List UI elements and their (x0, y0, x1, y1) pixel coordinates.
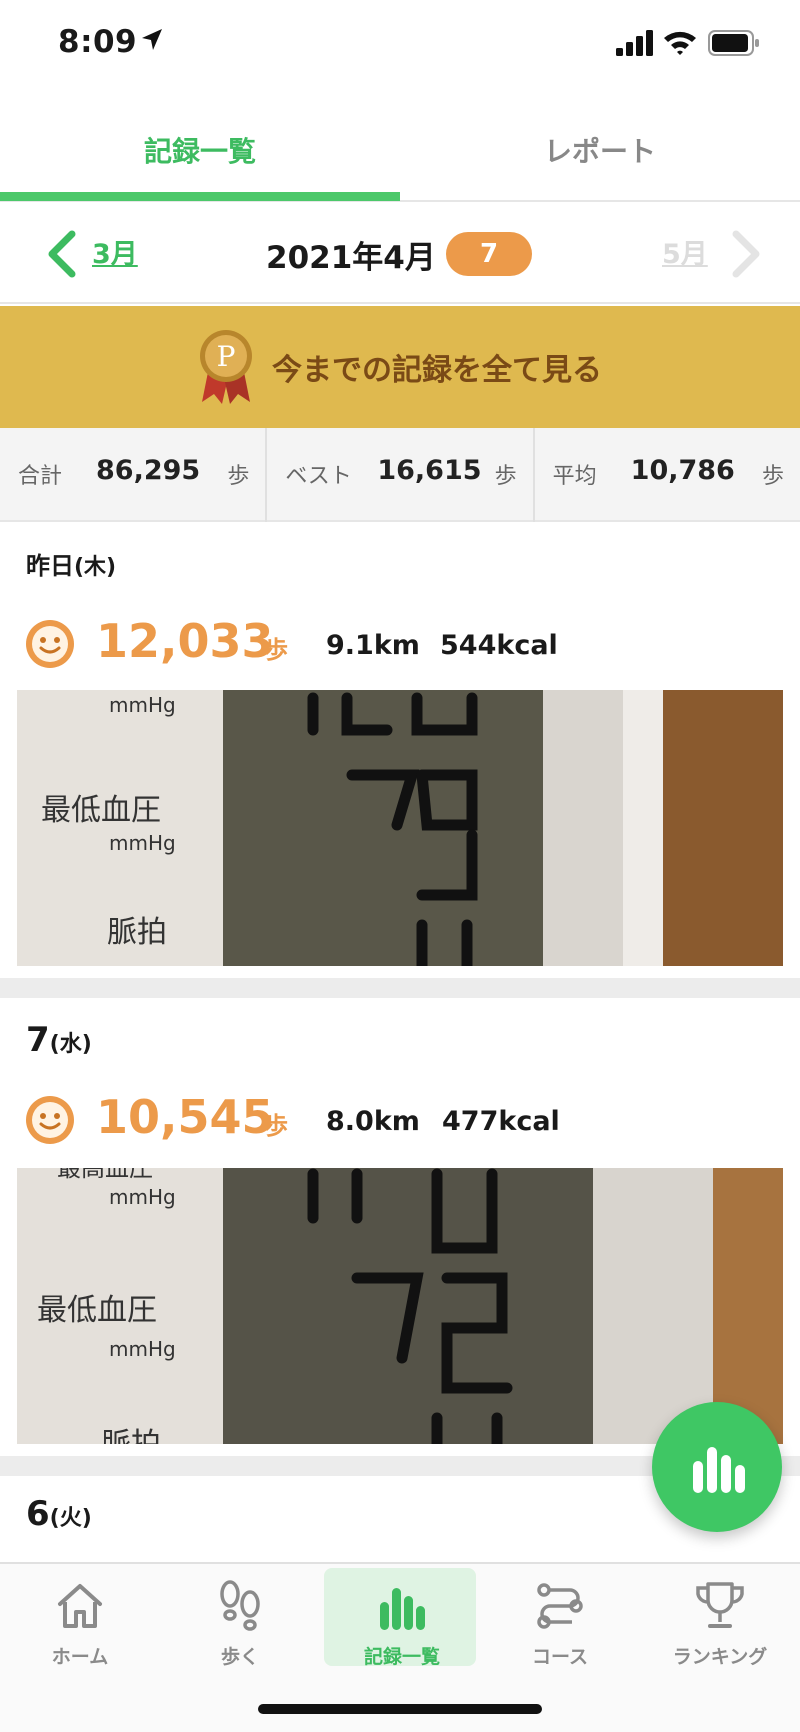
tab-report[interactable]: レポート (400, 100, 800, 200)
smile-icon (26, 1096, 74, 1144)
view-all-records-banner[interactable]: P 今までの記録を全て見る (0, 306, 800, 428)
entry-photo[interactable]: mmHg 最低血圧 mmHg 脈拍 (17, 690, 783, 966)
day-title: 7(水) (26, 1020, 92, 1060)
stat-total: 合計 86,295 歩 (0, 428, 265, 522)
day-entry[interactable]: 昨日(木) 12,033 歩 9.1km 544kcal mmHg 最低血圧 m (0, 524, 800, 978)
next-month-link: 5月 (662, 239, 708, 270)
svg-text:最高血圧: 最高血圧 (57, 1168, 153, 1182)
nav-label: コース (531, 1646, 589, 1668)
location-arrow-icon (142, 29, 162, 50)
day-label: 昨日 (26, 552, 74, 580)
calorie-value: 477kcal (442, 1106, 560, 1137)
stat-unit: 歩 (494, 464, 517, 489)
day-entry[interactable]: 7(水) 10,545 歩 8.0km 477kcal 最高血圧 mmHg 最低… (0, 998, 800, 1446)
nav-course[interactable]: コース (480, 1564, 640, 1674)
nav-label: 記録一覧 (363, 1646, 440, 1668)
medal-icon: P (200, 330, 252, 404)
steps-value: 10,545 (96, 1090, 274, 1144)
stat-value: 86,295 (96, 455, 201, 486)
stat-label: 合計 (18, 464, 63, 489)
current-month-title: 2021年4月 (266, 240, 436, 276)
nav-label: ランキング (672, 1646, 768, 1668)
entry-photo[interactable]: 最高血圧 mmHg 最低血圧 mmHg 脈拍 (17, 1168, 783, 1444)
prev-month-link[interactable]: 3月 (92, 232, 138, 271)
calorie-value: 544kcal (440, 630, 558, 661)
wifi-icon (664, 31, 696, 55)
bar-chart-icon (380, 1588, 425, 1630)
nav-label: 歩く (220, 1646, 259, 1668)
nav-ranking[interactable]: ランキング (640, 1564, 800, 1674)
cellular-signal-icon (616, 30, 653, 56)
banner-label: 今までの記録を全て見る (272, 353, 602, 388)
stat-average: 平均 10,786 歩 (532, 428, 800, 522)
summary-stats: 合計 86,295 歩 ベスト 16,615 歩 平均 10,786 歩 (0, 428, 800, 522)
svg-text:脈拍: 脈拍 (101, 1427, 161, 1444)
battery-icon (708, 30, 759, 56)
svg-text:P: P (217, 340, 236, 373)
svg-text:脈拍: 脈拍 (107, 915, 167, 950)
nav-records[interactable]: 記録一覧 (322, 1564, 482, 1674)
footprints-icon (220, 1580, 260, 1631)
stat-label: 平均 (552, 464, 597, 489)
nav-label: ホーム (51, 1646, 109, 1668)
day-label: 7 (26, 1020, 50, 1060)
status-bar: 8:09 (0, 0, 800, 90)
svg-text:mmHg: mmHg (109, 1337, 176, 1361)
weekday-label: (木) (74, 555, 117, 580)
trophy-icon (696, 1582, 744, 1628)
distance-value: 9.1km (326, 630, 420, 661)
stat-unit: 歩 (761, 464, 784, 489)
bar-chart-icon (693, 1447, 745, 1493)
blood-pressure-monitor-photo: 最高血圧 mmHg 最低血圧 mmHg 脈拍 (17, 1168, 783, 1444)
home-icon (58, 1584, 102, 1628)
month-navigator: 3月 2021年4月 7 5月 (0, 202, 800, 304)
nav-home[interactable]: ホーム (0, 1564, 160, 1674)
steps-unit: 歩 (264, 1112, 288, 1140)
active-tab-indicator (0, 192, 400, 201)
chart-fab-button[interactable] (652, 1402, 782, 1532)
stat-unit: 歩 (227, 464, 250, 489)
status-time: 8:09 (58, 24, 138, 60)
route-icon (537, 1583, 583, 1629)
smile-icon (26, 620, 74, 668)
svg-text:mmHg: mmHg (109, 1185, 176, 1209)
record-count-badge: 7 (446, 232, 532, 276)
chevron-right-icon (732, 230, 760, 278)
steps-value: 12,033 (96, 614, 274, 668)
svg-text:mmHg: mmHg (109, 693, 176, 717)
svg-text:最低血圧: 最低血圧 (37, 1293, 157, 1328)
stat-label: ベスト (285, 464, 352, 489)
distance-value: 8.0km (326, 1106, 420, 1137)
stat-best: ベスト 16,615 歩 (265, 428, 532, 522)
svg-text:最低血圧: 最低血圧 (41, 793, 161, 828)
tab-record-list[interactable]: 記録一覧 (0, 100, 400, 200)
steps-unit: 歩 (264, 636, 288, 664)
weekday-label: (火) (49, 1506, 92, 1531)
home-indicator[interactable] (258, 1704, 542, 1714)
stat-value: 10,786 (630, 455, 735, 486)
day-label: 6 (26, 1494, 50, 1534)
stat-value: 16,615 (377, 455, 482, 486)
chevron-left-icon[interactable] (44, 230, 78, 278)
day-title: 昨日(木) (26, 546, 116, 581)
svg-text:mmHg: mmHg (109, 831, 176, 855)
weekday-label: (水) (49, 1032, 92, 1057)
section-divider (0, 978, 800, 998)
nav-walk[interactable]: 歩く (160, 1564, 320, 1674)
blood-pressure-monitor-photo: mmHg 最低血圧 mmHg 脈拍 (17, 690, 783, 966)
top-tab-bar: 記録一覧 レポート (0, 100, 800, 202)
day-title: 6(火) (26, 1494, 92, 1534)
